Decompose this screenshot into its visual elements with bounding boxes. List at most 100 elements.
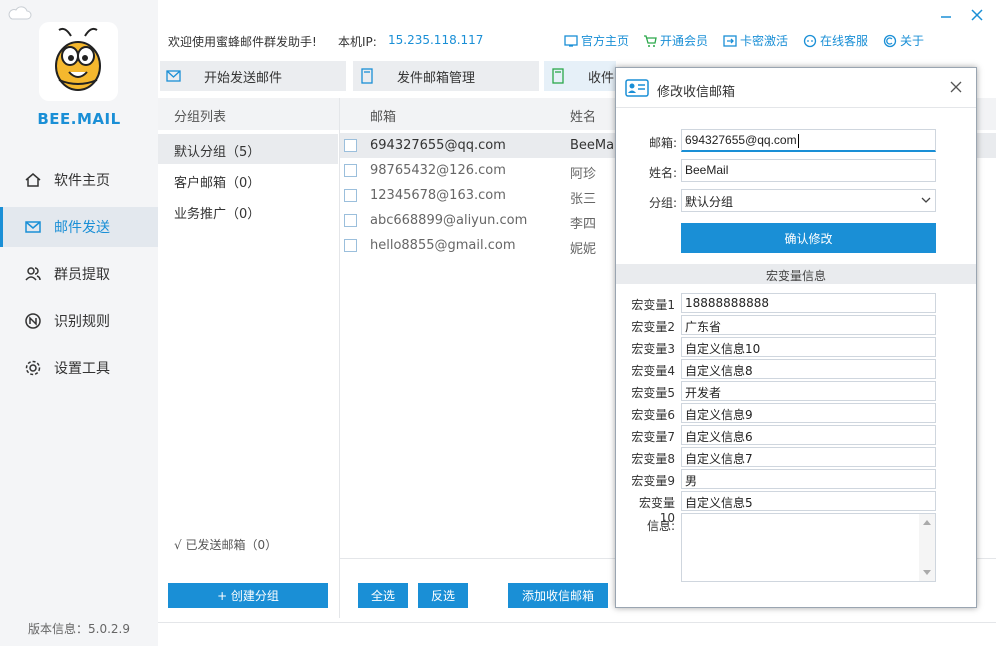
row-name: 张三	[570, 192, 597, 207]
group-item-default[interactable]: 默认分组（5）	[158, 134, 338, 164]
macro-field[interactable]: 自定义信息6	[681, 425, 936, 445]
sidebar: BEE.MAIL 软件主页 邮件发送 群员提取 识别规则 设置工具 版本信息：5…	[0, 0, 158, 646]
create-group-button[interactable]: + 创建分组	[168, 583, 328, 608]
link-support[interactable]: 在线客服	[803, 32, 868, 49]
email-label: 邮箱:	[648, 136, 677, 150]
tab-receiver-mail[interactable]: 收件	[544, 61, 616, 91]
macro-label: 宏变量6	[631, 408, 675, 422]
email-field[interactable]: 694327655@qq.com	[681, 129, 936, 152]
version-info: 版本信息：5.0.2.9	[28, 622, 130, 636]
row-checkbox[interactable]	[344, 189, 357, 202]
tab-sender-mail[interactable]: 发件邮箱管理	[353, 61, 539, 91]
macro-field[interactable]: 自定义信息7	[681, 447, 936, 467]
link-activate[interactable]: 卡密激活	[723, 32, 788, 49]
macro-field[interactable]: 开发者	[681, 381, 936, 401]
row-email: 98765432@126.com	[370, 163, 506, 178]
row-email: hello8855@gmail.com	[370, 238, 516, 253]
macro-field[interactable]: 自定义信息5	[681, 491, 936, 511]
invert-selection-button[interactable]: 反选	[418, 583, 468, 608]
row-checkbox[interactable]	[344, 139, 357, 152]
sidebar-item-label: 识别规则	[54, 314, 110, 330]
macro-label: 宏变量2	[631, 320, 675, 334]
copyright-icon	[883, 34, 897, 48]
macro-field[interactable]: 广东省	[681, 315, 936, 335]
minimize-button[interactable]	[935, 4, 957, 26]
link-official-site[interactable]: 官方主页	[564, 32, 629, 49]
macro-label: 宏变量3	[631, 342, 675, 356]
row-email: 694327655@qq.com	[370, 138, 506, 153]
macro-label: 宏变量9	[631, 474, 675, 488]
users-icon	[24, 265, 42, 283]
send-mail-icon	[166, 68, 182, 84]
confirm-edit-button[interactable]: 确认修改	[681, 223, 936, 253]
chat-icon	[803, 34, 817, 48]
row-email: abc668899@aliyun.com	[370, 213, 528, 228]
brand-name: BEE.MAIL	[37, 110, 121, 128]
row-checkbox[interactable]	[344, 164, 357, 177]
sidebar-item-extract[interactable]: 群员提取	[0, 254, 158, 294]
link-label: 关于	[900, 34, 925, 48]
textarea-scrollbar[interactable]	[919, 514, 935, 581]
sidebar-item-home[interactable]: 软件主页	[0, 160, 158, 200]
link-label: 官方主页	[581, 34, 630, 48]
row-checkbox[interactable]	[344, 214, 357, 227]
rules-icon	[24, 312, 42, 330]
sidebar-item-label: 设置工具	[54, 361, 110, 377]
sidebar-item-label: 邮件发送	[54, 220, 110, 236]
dialog-close-button[interactable]	[947, 78, 965, 96]
key-icon	[723, 34, 737, 48]
dialog-title: 修改收信邮箱	[657, 85, 736, 100]
macro-field[interactable]: 自定义信息9	[681, 403, 936, 423]
contact-card-icon	[625, 79, 649, 97]
minimize-icon	[941, 16, 951, 18]
column-email: 邮箱	[370, 110, 397, 125]
select-all-button[interactable]: 全选	[358, 583, 408, 608]
close-icon	[950, 81, 962, 93]
bee-logo	[39, 22, 118, 101]
divider	[158, 622, 996, 623]
link-membership[interactable]: 开通会员	[643, 32, 708, 49]
add-receiver-button[interactable]: 添加收信邮箱	[508, 583, 608, 608]
macro-label: 宏变量8	[631, 452, 675, 466]
tab-label: 收件	[588, 70, 615, 86]
macro-label: 宏变量4	[631, 364, 675, 378]
group-item-promotion[interactable]: 业务推广（0）	[158, 196, 338, 226]
document-icon	[359, 68, 375, 84]
group-select[interactable]: 默认分组	[681, 189, 936, 212]
chevron-down-icon	[921, 197, 931, 203]
macro-field[interactable]: 自定义信息8	[681, 359, 936, 379]
sidebar-item-settings[interactable]: 设置工具	[0, 348, 158, 388]
link-about[interactable]: 关于	[883, 32, 924, 49]
group-selected-value: 默认分组	[685, 195, 734, 209]
link-label: 在线客服	[820, 34, 869, 48]
macro-label: 宏变量1	[631, 298, 675, 312]
name-field[interactable]: BeeMail	[681, 159, 936, 182]
ip-value: 15.235.118.117	[388, 33, 484, 47]
macro-field[interactable]: 男	[681, 469, 936, 489]
macro-label: 宏变量7	[631, 430, 675, 444]
close-button[interactable]	[966, 4, 988, 26]
sent-mailbox[interactable]: √ 已发送邮箱（0）	[174, 536, 277, 553]
macro-section-header: 宏变量信息	[616, 264, 976, 284]
group-list-header: 分组列表	[158, 98, 340, 130]
sidebar-item-label: 群员提取	[54, 267, 110, 283]
row-email: 12345678@163.com	[370, 188, 506, 203]
macro-field[interactable]: 自定义信息10	[681, 337, 936, 357]
macro-field[interactable]: 18888888888	[681, 293, 936, 313]
sidebar-item-mail-send[interactable]: 邮件发送	[0, 207, 158, 247]
welcome-text: 欢迎使用蜜蜂邮件群发助手!	[168, 35, 317, 49]
row-checkbox[interactable]	[344, 239, 357, 252]
gear-icon	[24, 359, 42, 377]
ip-label: 本机IP:	[338, 35, 377, 49]
group-item-customer[interactable]: 客户邮箱（0）	[158, 165, 338, 195]
info-textarea[interactable]	[681, 513, 936, 582]
cart-icon	[643, 34, 657, 48]
row-name: 阿珍	[570, 167, 597, 182]
name-label: 姓名:	[648, 166, 677, 180]
cloud-icon	[8, 6, 32, 20]
macro-label: 宏变量5	[631, 386, 675, 400]
sidebar-item-rules[interactable]: 识别规则	[0, 301, 158, 341]
tab-start-send[interactable]: 开始发送邮件	[160, 61, 346, 91]
edit-receiver-dialog: 修改收信邮箱 邮箱: 694327655@qq.com 姓名: BeeMail …	[615, 67, 977, 608]
group-label: 分组:	[648, 196, 677, 210]
